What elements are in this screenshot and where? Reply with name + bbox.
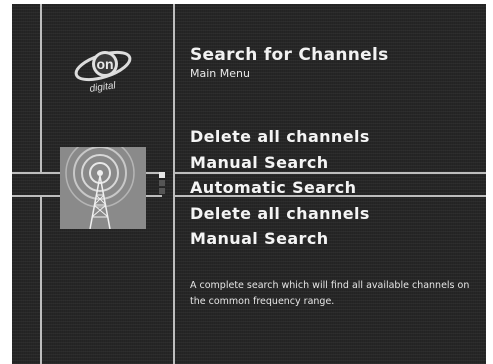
divider-left-lower — [40, 195, 42, 364]
scroll-indicator-dot — [159, 172, 165, 178]
breadcrumb: Main Menu — [190, 67, 250, 80]
scroll-indicator — [159, 172, 165, 196]
svg-text:on: on — [96, 56, 113, 72]
menu-item-automatic-search[interactable]: Automatic Search — [190, 175, 370, 201]
menu-item-manual-search[interactable]: Manual Search — [190, 150, 370, 176]
scroll-indicator-dot — [159, 188, 165, 194]
scroll-indicator-dot — [159, 180, 165, 186]
tv-menu-screen: on digital Search for Channels Main Menu — [12, 4, 486, 364]
divider-main — [173, 4, 175, 364]
menu-item-delete-all-channels[interactable]: Delete all channels — [190, 124, 370, 150]
menu-item-delete-all-channels[interactable]: Delete all channels — [190, 201, 370, 227]
divider-left-upper — [40, 4, 42, 172]
page-title: Search for Channels — [190, 45, 389, 65]
help-text: A complete search which will find all av… — [190, 280, 470, 307]
svg-text:digital: digital — [89, 80, 117, 95]
broadcast-tower-icon — [60, 147, 146, 229]
channel-search-menu: Delete all channels Manual Search Automa… — [190, 124, 370, 252]
ondigital-logo-icon: on digital — [72, 42, 134, 96]
menu-item-manual-search[interactable]: Manual Search — [190, 226, 370, 252]
